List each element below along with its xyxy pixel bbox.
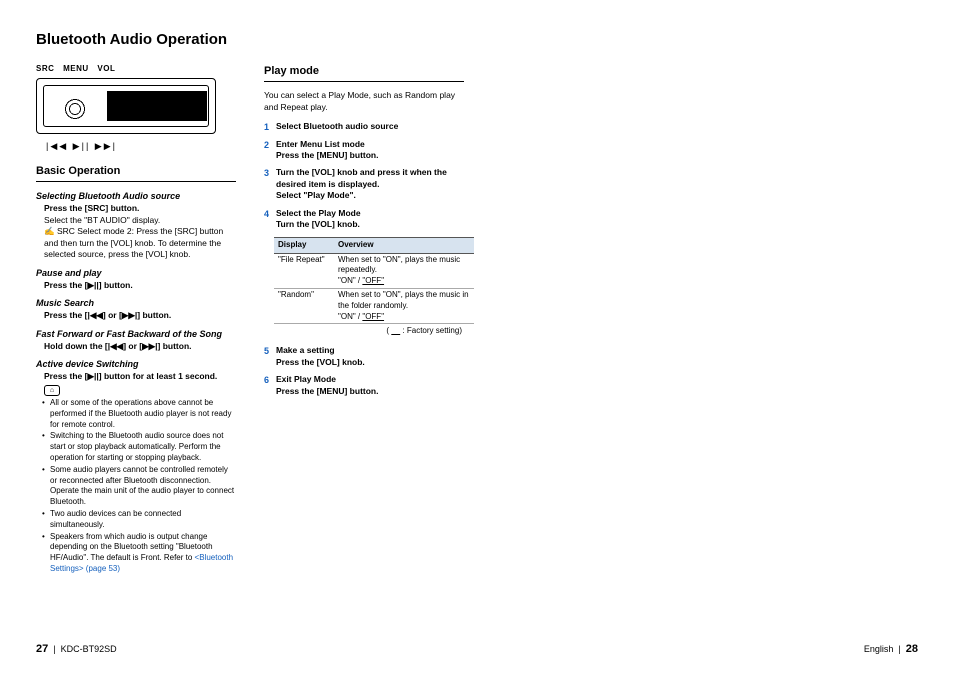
op-bold: Press the [|◀◀] or [▶▶|] button. <box>36 310 236 321</box>
step-body: Press the [MENU] button. <box>276 150 464 161</box>
left-column: SRC MENU VOL |◀◀ ▶|| ▶▶| Basic Operation… <box>36 64 236 575</box>
td-display: "Random" <box>274 288 334 323</box>
device-diagram <box>36 78 216 134</box>
step-number: 2 <box>264 139 269 151</box>
op-fast-fwd: Fast Forward or Fast Backward of the Son… <box>36 328 236 353</box>
step-number: 5 <box>264 345 269 357</box>
step-2: 2 Enter Menu List mode Press the [MENU] … <box>264 139 464 162</box>
play-mode-intro: You can select a Play Mode, such as Rand… <box>264 90 464 113</box>
step-title: Select the Play Mode <box>276 208 464 219</box>
op-select-source: Selecting Bluetooth Audio source Press t… <box>36 190 236 260</box>
page-number-left: 27 <box>36 643 48 655</box>
step-title: Enter Menu List mode <box>276 139 464 150</box>
model-name: KDC-BT92SD <box>61 644 117 654</box>
diagram-labels: SRC MENU VOL <box>36 64 236 75</box>
play-mode-heading: Play mode <box>264 64 464 82</box>
factory-label: : Factory setting) <box>402 326 462 335</box>
op-title: Selecting Bluetooth Audio source <box>36 190 236 202</box>
op-music-search: Music Search Press the [|◀◀] or [▶▶|] bu… <box>36 297 236 322</box>
td-opts: "ON" / "OFF" <box>338 276 470 287</box>
transport-icons: |◀◀ ▶|| ▶▶| <box>46 140 236 152</box>
op-title: Fast Forward or Fast Backward of the Son… <box>36 328 236 340</box>
th-display: Display <box>274 237 334 253</box>
op-bold: Press the [▶||] button for at least 1 se… <box>36 371 236 382</box>
table-row: "Random" When set to "ON", plays the mus… <box>274 288 474 323</box>
step-number: 4 <box>264 208 269 220</box>
footer-left: 27 | KDC-BT92SD <box>36 642 117 657</box>
step-1: 1 Select Bluetooth audio source <box>264 121 464 132</box>
note-item: Speakers from which audio is output chan… <box>50 532 236 575</box>
factory-setting-note: ( : Factory setting) <box>264 326 464 337</box>
op-pause-play: Pause and play Press the [▶||] button. <box>36 267 236 292</box>
step-title: Exit Play Mode <box>276 374 464 385</box>
steps-list: 1 Select Bluetooth audio source 2 Enter … <box>264 121 464 231</box>
td-overview: When set to "ON", plays the music repeat… <box>334 253 474 288</box>
td-opts: "ON" / "OFF" <box>338 312 470 323</box>
play-mode-table: Display Overview "File Repeat" When set … <box>274 237 474 325</box>
td-desc: When set to "ON", plays the music in the… <box>338 290 470 312</box>
step-body: Press the [MENU] button. <box>276 386 464 397</box>
note-item: Switching to the Bluetooth audio source … <box>50 431 236 463</box>
op-title: Music Search <box>36 297 236 309</box>
footer-lang: English <box>864 644 894 654</box>
op-note: ✍ SRC Select mode 2: Press the [SRC] but… <box>36 226 236 260</box>
op-title: Active device Switching <box>36 358 236 370</box>
step-3: 3 Turn the [VOL] knob and press it when … <box>264 167 464 201</box>
step-title: Make a setting <box>276 345 464 356</box>
notes-list: All or some of the operations above cann… <box>36 398 236 575</box>
note-icon: ⌂ <box>44 385 60 396</box>
step-number: 6 <box>264 374 269 386</box>
step-body: Select "Play Mode". <box>276 190 464 201</box>
step-body: Press the [VOL] knob. <box>276 357 464 368</box>
label-menu: MENU <box>63 64 89 73</box>
footer-sep: | <box>898 644 900 654</box>
th-overview: Overview <box>334 237 474 253</box>
steps-list-2: 5 Make a setting Press the [VOL] knob. 6… <box>264 345 464 397</box>
td-overview: When set to "ON", plays the music in the… <box>334 288 474 323</box>
page-number-right: 28 <box>906 643 918 655</box>
footer-right: English | 28 <box>864 642 918 657</box>
label-vol: VOL <box>97 64 115 73</box>
footer-sep: | <box>53 644 55 654</box>
td-display: "File Repeat" <box>274 253 334 288</box>
step-number: 3 <box>264 167 269 179</box>
note-item: Two audio devices can be connected simul… <box>50 509 236 531</box>
table-row: "File Repeat" When set to "ON", plays th… <box>274 253 474 288</box>
op-bold: Hold down the [|◀◀] or [▶▶|] button. <box>36 341 236 352</box>
step-title: Select Bluetooth audio source <box>276 121 464 132</box>
note-text: Speakers from which audio is output chan… <box>50 532 213 563</box>
step-body: Turn the [VOL] knob. <box>276 219 464 230</box>
basic-operation-heading: Basic Operation <box>36 164 236 182</box>
td-desc: When set to "ON", plays the music repeat… <box>338 255 470 277</box>
right-column: Play mode You can select a Play Mode, su… <box>264 64 464 575</box>
step-4: 4 Select the Play Mode Turn the [VOL] kn… <box>264 208 464 231</box>
note-item: Some audio players cannot be controlled … <box>50 465 236 508</box>
label-src: SRC <box>36 64 54 73</box>
page-title: Bluetooth Audio Operation <box>36 30 918 50</box>
step-6: 6 Exit Play Mode Press the [MENU] button… <box>264 374 464 397</box>
step-title: Turn the [VOL] knob and press it when th… <box>276 167 464 190</box>
op-title: Pause and play <box>36 267 236 279</box>
note-item: All or some of the operations above cann… <box>50 398 236 430</box>
step-5: 5 Make a setting Press the [VOL] knob. <box>264 345 464 368</box>
op-bold: Press the [▶||] button. <box>36 280 236 291</box>
op-bold: Press the [SRC] button. <box>36 203 236 214</box>
step-number: 1 <box>264 121 269 133</box>
op-body: Select the "BT AUDIO" display. <box>36 215 236 226</box>
op-device-switch: Active device Switching Press the [▶||] … <box>36 358 236 383</box>
